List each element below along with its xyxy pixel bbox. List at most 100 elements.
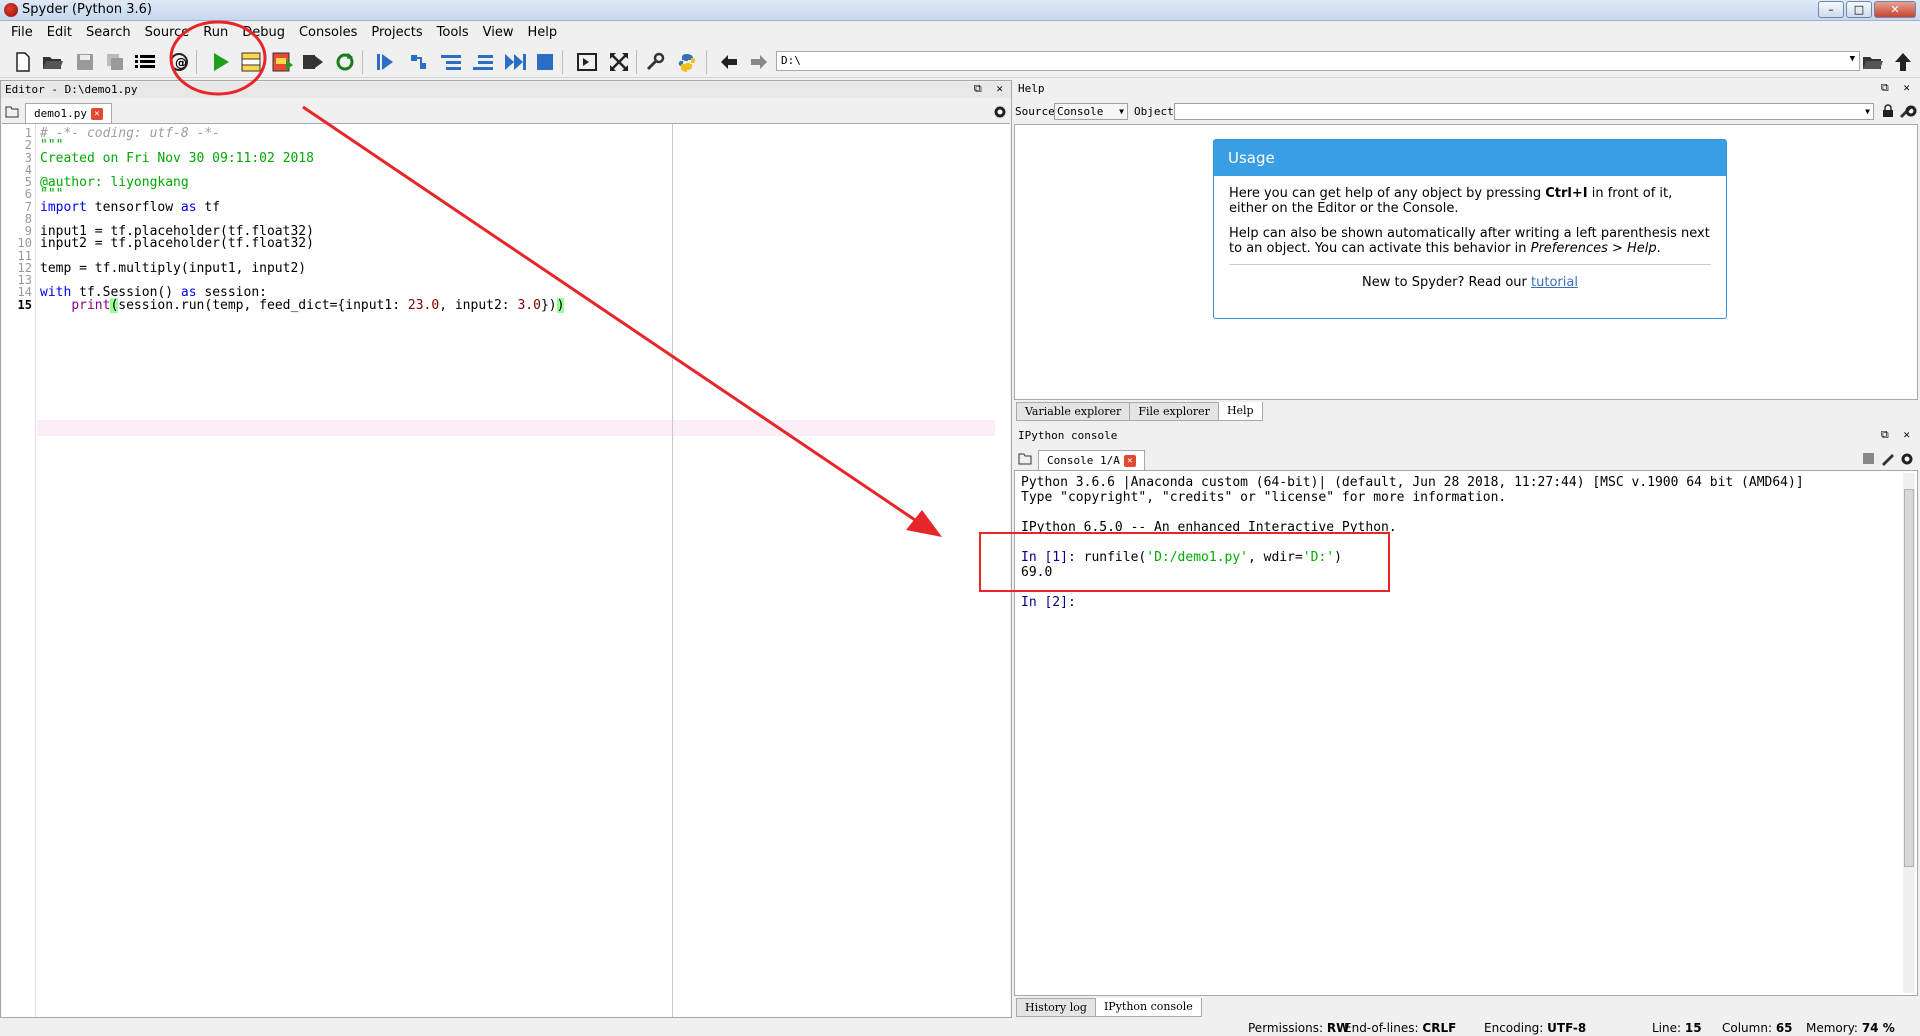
debug-icon[interactable]: [374, 51, 396, 73]
code-editor[interactable]: 1 2 3 4 5 6 7 8 9 10 11 12 13 14 15 # -*- coding: utf-…: [2, 123, 1010, 1017]
status-memory: Memory: 74 %: [1806, 1021, 1895, 1035]
close-button[interactable]: ✕: [1874, 1, 1916, 18]
menu-source[interactable]: Source: [138, 22, 197, 44]
tab-file-explorer[interactable]: File explorer: [1129, 402, 1219, 421]
help-title: Help: [1018, 82, 1045, 95]
console-scrollbar[interactable]: [1903, 473, 1915, 993]
code-line: print(session.run(temp, feed_dict={input…: [71, 297, 565, 313]
help-options-gear-icon[interactable]: [1904, 104, 1918, 121]
menu-file[interactable]: File: [4, 22, 40, 44]
help-dock-controls[interactable]: ⧉ ✕: [1881, 81, 1914, 95]
run-selection-icon[interactable]: [302, 51, 324, 73]
run-cell-icon[interactable]: [240, 51, 262, 73]
clear-eraser-icon[interactable]: [1880, 452, 1894, 470]
menu-search[interactable]: Search: [79, 22, 138, 44]
status-line: Line: 15: [1652, 1021, 1702, 1035]
menu-edit[interactable]: Edit: [40, 22, 79, 44]
save-all-icon[interactable]: [104, 51, 126, 73]
open-file-icon[interactable]: [42, 51, 64, 73]
working-directory-input[interactable]: D:\ ▼: [776, 51, 1860, 71]
back-arrow-icon[interactable]: [718, 51, 740, 73]
rerun-icon[interactable]: [334, 51, 356, 73]
editor-pane: Editor - D:\demo1.py ⧉ ✕ demo1.py ✕ 12345…: [0, 80, 1012, 1018]
code-line: temp = tf.multiply(input1, input2): [40, 260, 307, 276]
edge-line: [672, 124, 673, 1017]
stop-kernel-icon[interactable]: [1863, 453, 1874, 464]
menu-help[interactable]: Help: [521, 22, 565, 44]
parent-directory-icon[interactable]: [1892, 51, 1914, 73]
line-number: 15: [17, 297, 32, 312]
editor-tabbar: demo1.py ✕: [1, 101, 1011, 123]
console-tab[interactable]: Console 1/A ✕: [1038, 450, 1145, 470]
step-icon[interactable]: [408, 51, 430, 73]
browse-folder-icon[interactable]: [1862, 51, 1884, 73]
continue-icon[interactable]: [504, 51, 526, 73]
usage-paragraph-1: Here you can get help of any object by p…: [1229, 186, 1673, 216]
editor-tab-label: demo1.py: [34, 107, 87, 120]
chevron-down-icon[interactable]: ▼: [1850, 54, 1855, 64]
menu-run[interactable]: Run: [196, 22, 235, 44]
tab-variable-explorer[interactable]: Variable explorer: [1016, 402, 1131, 421]
object-input[interactable]: ▼: [1174, 103, 1874, 120]
status-eol: End-of-lines: CRLF: [1344, 1021, 1457, 1035]
editor-title: Editor - D:\demo1.py: [5, 83, 138, 96]
stop-debug-icon[interactable]: [534, 51, 556, 73]
editor-tab-demo1[interactable]: demo1.py ✕: [25, 103, 112, 123]
close-tab-icon[interactable]: ✕: [1123, 455, 1136, 467]
preferences-wrench-icon[interactable]: [644, 51, 666, 73]
tutorial-link[interactable]: tutorial: [1531, 275, 1578, 290]
scrollbar-thumb[interactable]: [1904, 489, 1914, 867]
menu-consoles[interactable]: Consoles: [292, 22, 364, 44]
minimize-button[interactable]: –: [1818, 1, 1844, 18]
forward-arrow-icon[interactable]: [748, 51, 770, 73]
save-file-icon[interactable]: [74, 51, 96, 73]
title-bar: Spyder (Python 3.6) – □ ✕: [0, 0, 1920, 21]
tab-history-log[interactable]: History log: [1016, 998, 1096, 1017]
spyder-logo-icon: [4, 3, 18, 17]
menu-projects[interactable]: Projects: [364, 22, 429, 44]
console-options-gear-icon[interactable]: [1900, 452, 1914, 470]
source-select[interactable]: Console ▼: [1054, 103, 1128, 120]
browse-consoles-folder-icon[interactable]: [1018, 453, 1032, 469]
usage-paragraph-2: Help can also be shown automatically aft…: [1229, 226, 1710, 256]
step-return-icon[interactable]: [472, 51, 494, 73]
run-cell-advance-icon[interactable]: [272, 51, 294, 73]
help-content: Usage Here you can get help of any objec…: [1014, 124, 1918, 400]
new-file-icon[interactable]: [12, 51, 34, 73]
outline-icon[interactable]: [134, 51, 156, 73]
status-column: Column: 65: [1722, 1021, 1793, 1035]
tab-help[interactable]: Help: [1217, 402, 1263, 421]
editor-dock-controls[interactable]: ⧉ ✕: [974, 82, 1007, 96]
python-path-icon[interactable]: [676, 51, 698, 73]
menu-view[interactable]: View: [476, 22, 521, 44]
menu-tools[interactable]: Tools: [430, 22, 476, 44]
code-line: # -*- coding: utf-8 -*-: [40, 126, 221, 141]
console-input-line: In [1]: runfile('D:/demo1.py', wdir='D:'…: [1021, 550, 1342, 565]
usage-box: Usage Here you can get help of any objec…: [1213, 139, 1727, 319]
source-label: Source: [1015, 105, 1055, 118]
window-title: Spyder (Python 3.6): [22, 2, 152, 17]
menu-debug[interactable]: Debug: [235, 22, 292, 44]
svg-text:@: @: [175, 56, 187, 70]
lock-icon[interactable]: [1882, 104, 1894, 121]
console-tab-label: Console 1/A: [1047, 454, 1120, 467]
maximize-button[interactable]: □: [1846, 1, 1872, 18]
console-banner-line: Type "copyright", "credits" or "license"…: [1021, 490, 1507, 505]
chevron-down-icon: ▼: [1865, 107, 1870, 116]
console-output-line: 69.0: [1021, 565, 1053, 580]
maximize-pane-icon[interactable]: [576, 51, 598, 73]
browse-tabs-folder-icon[interactable]: [5, 106, 19, 122]
help-icon[interactable]: @: [168, 51, 190, 73]
close-tab-icon[interactable]: ✕: [90, 108, 103, 120]
step-into-icon[interactable]: [440, 51, 462, 73]
console-banner-line: IPython 6.5.0 -- An enhanced Interactive…: [1021, 520, 1397, 535]
menu-bar: File Edit Search Source Run Debug Consol…: [0, 22, 1920, 44]
help-pane-header: Help ⧉ ✕: [1014, 81, 1918, 97]
console-dock-controls[interactable]: ⧉ ✕: [1881, 428, 1914, 442]
editor-options-gear-icon[interactable]: [993, 105, 1007, 123]
status-encoding: Encoding: UTF-8: [1484, 1021, 1587, 1035]
tab-ipython-console[interactable]: IPython console: [1094, 998, 1202, 1017]
fullscreen-icon[interactable]: [608, 51, 630, 73]
run-icon[interactable]: [210, 51, 232, 73]
console-output[interactable]: Python 3.6.6 |Anaconda custom (64-bit)| …: [1014, 470, 1918, 996]
